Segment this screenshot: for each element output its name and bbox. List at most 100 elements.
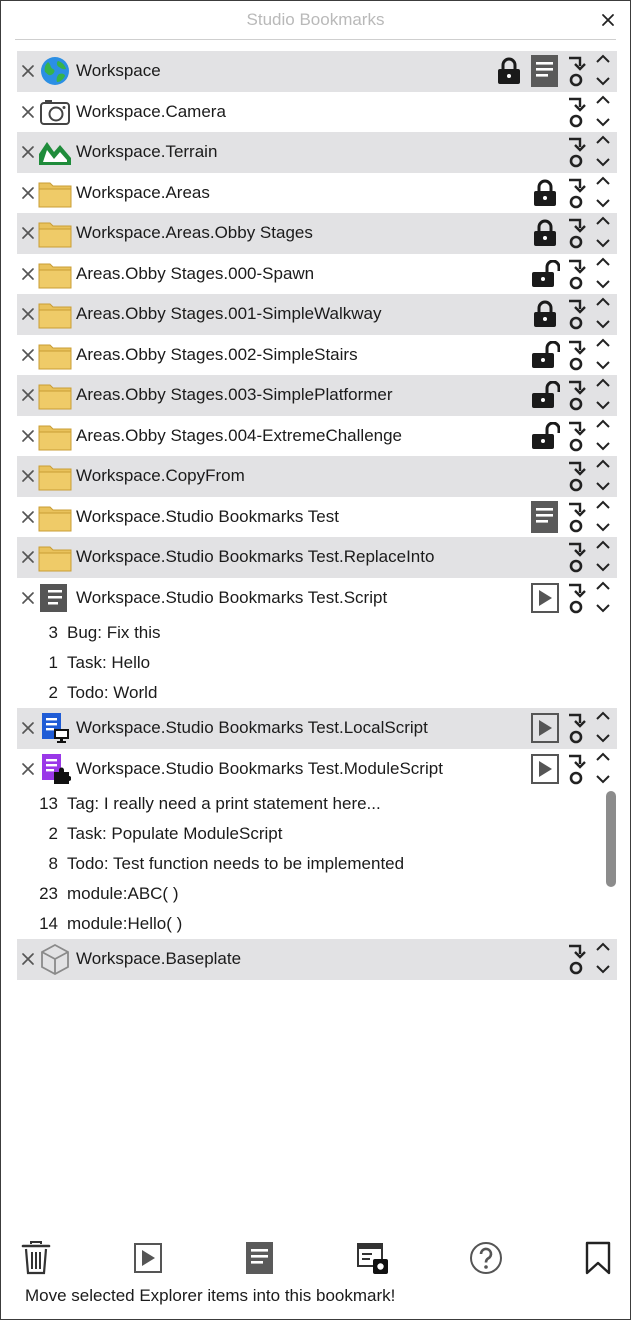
jump-to-icon[interactable] bbox=[563, 939, 589, 979]
bookmark-label[interactable]: Workspace.Studio Bookmarks Test.Script bbox=[76, 588, 387, 608]
unlock-icon[interactable] bbox=[527, 254, 563, 294]
script-button[interactable] bbox=[240, 1237, 280, 1279]
bookmark-row[interactable]: Areas.Obby Stages.000-Spawn bbox=[17, 254, 617, 295]
jump-to-icon[interactable] bbox=[563, 537, 589, 577]
annotation-text[interactable]: module:Hello( ) bbox=[67, 914, 182, 934]
script-annotation-item[interactable]: 14 module:Hello( ) bbox=[17, 909, 617, 939]
jump-to-icon[interactable] bbox=[563, 254, 589, 294]
trash-button[interactable] bbox=[16, 1237, 56, 1279]
remove-icon[interactable] bbox=[18, 294, 38, 334]
play-script-icon[interactable] bbox=[527, 708, 563, 748]
chevron-down-icon[interactable] bbox=[595, 114, 611, 132]
chevron-up-icon[interactable] bbox=[595, 173, 611, 191]
unlock-icon[interactable] bbox=[527, 335, 563, 375]
script-annotation-item[interactable]: 23 module:ABC( ) bbox=[17, 879, 617, 909]
chevron-up-icon[interactable] bbox=[595, 375, 611, 393]
reorder-control[interactable] bbox=[589, 456, 617, 496]
bookmark-label[interactable]: Areas.Obby Stages.000-Spawn bbox=[76, 264, 314, 284]
annotation-text[interactable]: Todo: Test function needs to be implemen… bbox=[67, 854, 404, 874]
jump-to-icon[interactable] bbox=[563, 335, 589, 375]
bookmark-label[interactable]: Workspace.Camera bbox=[76, 102, 226, 122]
reorder-control[interactable] bbox=[589, 335, 617, 375]
chevron-up-icon[interactable] bbox=[595, 578, 611, 596]
bookmark-label[interactable]: Workspace.CopyFrom bbox=[76, 466, 245, 486]
chevron-down-icon[interactable] bbox=[595, 519, 611, 537]
remove-icon[interactable] bbox=[18, 939, 38, 979]
reorder-control[interactable] bbox=[589, 537, 617, 577]
script-annotation-item[interactable]: 1 Task: Hello bbox=[17, 648, 617, 678]
bookmark-row[interactable]: Workspace.Studio Bookmarks Test.Script bbox=[17, 578, 617, 619]
jump-to-icon[interactable] bbox=[563, 708, 589, 748]
script-annotation-item[interactable]: 13 Tag: I really need a print statement h… bbox=[17, 789, 617, 819]
remove-icon[interactable] bbox=[18, 51, 38, 91]
bookmark-button[interactable] bbox=[578, 1237, 618, 1279]
remove-icon[interactable] bbox=[18, 335, 38, 375]
reorder-control[interactable] bbox=[589, 132, 617, 172]
reorder-control[interactable] bbox=[589, 939, 617, 979]
bookmark-label[interactable]: Workspace.Studio Bookmarks Test.LocalScr… bbox=[76, 718, 428, 738]
chevron-up-icon[interactable] bbox=[595, 416, 611, 434]
lock-icon[interactable] bbox=[527, 173, 563, 213]
remove-icon[interactable] bbox=[18, 537, 38, 577]
chevron-down-icon[interactable] bbox=[595, 316, 611, 334]
jump-to-icon[interactable] bbox=[563, 416, 589, 456]
bookmark-label[interactable]: Areas.Obby Stages.003-SimplePlatformer bbox=[76, 385, 393, 405]
reorder-control[interactable] bbox=[589, 749, 617, 789]
chevron-down-icon[interactable] bbox=[595, 195, 611, 213]
unlock-icon[interactable] bbox=[527, 416, 563, 456]
jump-to-icon[interactable] bbox=[563, 375, 589, 415]
script-annotation-item[interactable]: 2 Todo: World bbox=[17, 678, 617, 708]
chevron-up-icon[interactable] bbox=[595, 708, 611, 726]
jump-to-icon[interactable] bbox=[563, 497, 589, 537]
play-script-button[interactable] bbox=[128, 1237, 168, 1279]
close-icon[interactable] bbox=[600, 12, 616, 28]
bookmark-label[interactable]: Areas.Obby Stages.002-SimpleStairs bbox=[76, 345, 358, 365]
chevron-up-icon[interactable] bbox=[595, 749, 611, 767]
chevron-down-icon[interactable] bbox=[595, 478, 611, 496]
remove-icon[interactable] bbox=[18, 456, 38, 496]
jump-to-icon[interactable] bbox=[563, 92, 589, 132]
jump-to-icon[interactable] bbox=[563, 173, 589, 213]
chevron-up-icon[interactable] bbox=[595, 51, 611, 69]
jump-to-icon[interactable] bbox=[563, 294, 589, 334]
jump-to-icon[interactable] bbox=[563, 749, 589, 789]
remove-icon[interactable] bbox=[18, 375, 38, 415]
bookmark-row[interactable]: Areas.Obby Stages.003-SimplePlatformer bbox=[17, 375, 617, 416]
remove-icon[interactable] bbox=[18, 213, 38, 253]
remove-icon[interactable] bbox=[18, 173, 38, 213]
bookmark-label[interactable]: Areas.Obby Stages.004-ExtremeChallenge bbox=[76, 426, 402, 446]
scrollbar-thumb[interactable] bbox=[606, 791, 616, 887]
chevron-down-icon[interactable] bbox=[595, 154, 611, 172]
chevron-up-icon[interactable] bbox=[595, 92, 611, 110]
lock-icon[interactable] bbox=[527, 294, 563, 334]
chevron-down-icon[interactable] bbox=[595, 730, 611, 748]
remove-icon[interactable] bbox=[18, 132, 38, 172]
bookmark-row[interactable]: Areas.Obby Stages.002-SimpleStairs bbox=[17, 335, 617, 376]
jump-to-icon[interactable] bbox=[563, 213, 589, 253]
reorder-control[interactable] bbox=[589, 254, 617, 294]
chevron-down-icon[interactable] bbox=[595, 235, 611, 253]
script-annotation-item[interactable]: 8 Todo: Test function needs to be impleme… bbox=[17, 849, 617, 879]
chevron-down-icon[interactable] bbox=[595, 559, 611, 577]
script-icon[interactable] bbox=[527, 497, 563, 537]
unlock-icon[interactable] bbox=[527, 375, 563, 415]
reorder-control[interactable] bbox=[589, 375, 617, 415]
annotation-text[interactable]: module:ABC( ) bbox=[67, 884, 178, 904]
remove-icon[interactable] bbox=[18, 708, 38, 748]
remove-icon[interactable] bbox=[18, 578, 38, 618]
chevron-down-icon[interactable] bbox=[595, 961, 611, 979]
remove-icon[interactable] bbox=[18, 416, 38, 456]
select-window-button[interactable] bbox=[353, 1237, 393, 1279]
reorder-control[interactable] bbox=[589, 416, 617, 456]
bookmark-row[interactable]: Areas.Obby Stages.004-ExtremeChallenge bbox=[17, 416, 617, 457]
chevron-up-icon[interactable] bbox=[595, 497, 611, 515]
bookmark-label[interactable]: Workspace.Baseplate bbox=[76, 949, 241, 969]
lock-icon[interactable] bbox=[491, 51, 527, 91]
reorder-control[interactable] bbox=[589, 213, 617, 253]
annotation-text[interactable]: Tag: I really need a print statement her… bbox=[67, 794, 381, 814]
remove-icon[interactable] bbox=[18, 254, 38, 294]
annotation-text[interactable]: Task: Hello bbox=[67, 653, 150, 673]
chevron-up-icon[interactable] bbox=[595, 132, 611, 150]
script-icon[interactable] bbox=[527, 51, 563, 91]
remove-icon[interactable] bbox=[18, 92, 38, 132]
